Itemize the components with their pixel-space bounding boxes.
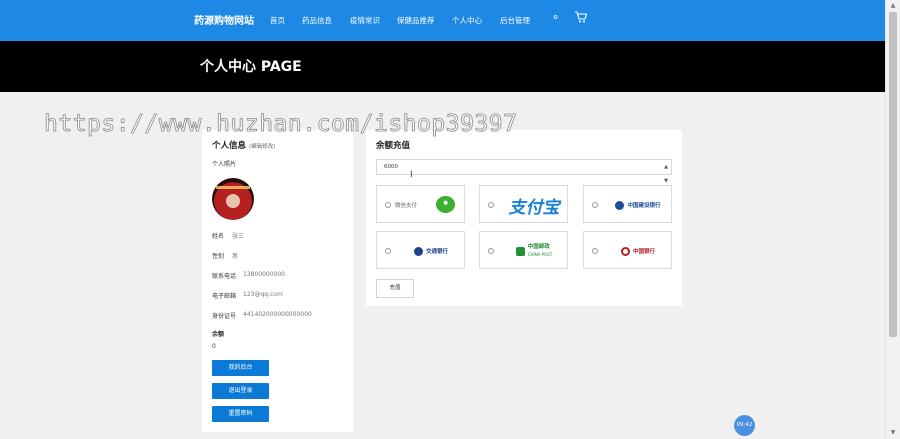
pay-option-alipay[interactable]: 支付宝 (479, 185, 568, 223)
boc-logo-icon: 中国银行 (608, 240, 668, 262)
phone-label: 联系电话 (212, 273, 237, 280)
china-post-logo-icon: 中国邮政 CHINA POST (504, 240, 564, 262)
site-brand[interactable]: 药源购物网站 (194, 12, 254, 27)
recharge-card: 余额充值 6000 ▲ ▼ I 微信支付 ⚫ 支付宝 中国建设银行 交通银行 中国… (366, 130, 682, 306)
alipay-logo-icon: 支付宝 (508, 197, 560, 218)
nav-item-admin[interactable]: 后台管理 (500, 15, 530, 26)
pay-option-ccb[interactable]: 中国建设银行 (583, 185, 672, 223)
profile-card: 个人信息 (编辑修改) 个人照片 姓名 张三 性别 男 联系电话 13800000… (202, 130, 353, 432)
page-banner: 个人中心 PAGE (0, 41, 885, 92)
my-dashboard-button[interactable]: 我的后台 (212, 360, 269, 376)
email-label: 电子邮箱 (212, 293, 237, 300)
nav-item-home[interactable]: 首页 (270, 15, 285, 26)
balance-label: 余额 (212, 331, 225, 338)
select-arrow-icon: ▲ ▼ (664, 164, 668, 184)
name-value: 张三 (232, 233, 245, 240)
nav-item-epidemic[interactable]: 疫情常识 (350, 15, 380, 26)
pay-option-boc[interactable]: 中国银行 (583, 231, 672, 269)
profile-title: 个人信息 (编辑修改) (212, 139, 275, 151)
avatar (212, 178, 254, 220)
text-cursor-icon: I (410, 170, 413, 180)
wechat-label: 微信支付 (395, 203, 418, 209)
pay-option-bocom[interactable]: 交通银行 (376, 231, 465, 269)
page-title: 个人中心 PAGE (200, 59, 302, 75)
ccb-logo-icon: 中国建设银行 (608, 194, 668, 216)
nav-item-health-products[interactable]: 保健品推荐 (397, 15, 435, 26)
gender-value: 男 (232, 253, 239, 260)
nav-item-drug-info[interactable]: 药品信息 (302, 15, 332, 26)
bocom-logo-icon: 交通银行 (401, 240, 461, 262)
nav-item-personal-center[interactable]: 个人中心 (452, 15, 482, 26)
radio-alipay[interactable] (488, 202, 494, 208)
pay-option-china-post[interactable]: 中国邮政 CHINA POST (479, 231, 568, 269)
page-scrollbar[interactable]: ▲ ▼ (885, 0, 900, 439)
email-value: 123@qq.com (243, 291, 283, 298)
phone-value: 13800000000 (243, 271, 285, 278)
top-navbar: 药源购物网站 首页 药品信息 疫情常识 保健品推荐 个人中心 后台管理 ⚬ (0, 0, 885, 41)
scroll-up-arrow-icon[interactable]: ▲ (886, 0, 900, 12)
amount-select[interactable]: 6000 ▲ ▼ (376, 159, 672, 184)
profile-title-text: 个人信息 (212, 141, 247, 151)
balance-value: 0 (212, 343, 216, 350)
id-number-value: 441402000000000000 (243, 311, 312, 318)
edit-hint[interactable]: (编辑修改) (249, 144, 275, 150)
chat-bubble-icon[interactable]: ⚬ (551, 11, 560, 24)
scroll-down-arrow-icon[interactable]: ▼ (886, 427, 900, 439)
logout-button[interactable]: 退出登录 (212, 383, 269, 399)
scroll-thumb[interactable] (889, 12, 897, 337)
amount-value: 6000 (384, 164, 398, 170)
radio-china-post[interactable] (488, 248, 494, 254)
radio-wechat[interactable] (385, 202, 391, 208)
recharge-title: 余额充值 (376, 141, 411, 151)
photo-label: 个人照片 (212, 161, 237, 168)
radio-boc[interactable] (592, 248, 598, 254)
id-number-label: 身份证号 (212, 313, 237, 320)
recharge-submit-button[interactable]: 充值 (376, 279, 414, 298)
pay-option-wechat[interactable]: 微信支付 ⚫ (376, 185, 465, 223)
cart-icon[interactable] (574, 11, 588, 26)
timer-badge[interactable]: 09:42 (734, 415, 755, 436)
wechat-icon: ⚫ (436, 196, 455, 213)
radio-ccb[interactable] (592, 202, 598, 208)
radio-bocom[interactable] (385, 248, 391, 254)
gender-label: 性别 (212, 253, 225, 260)
reset-password-button[interactable]: 重置密码 (212, 406, 269, 422)
name-label: 姓名 (212, 233, 225, 240)
